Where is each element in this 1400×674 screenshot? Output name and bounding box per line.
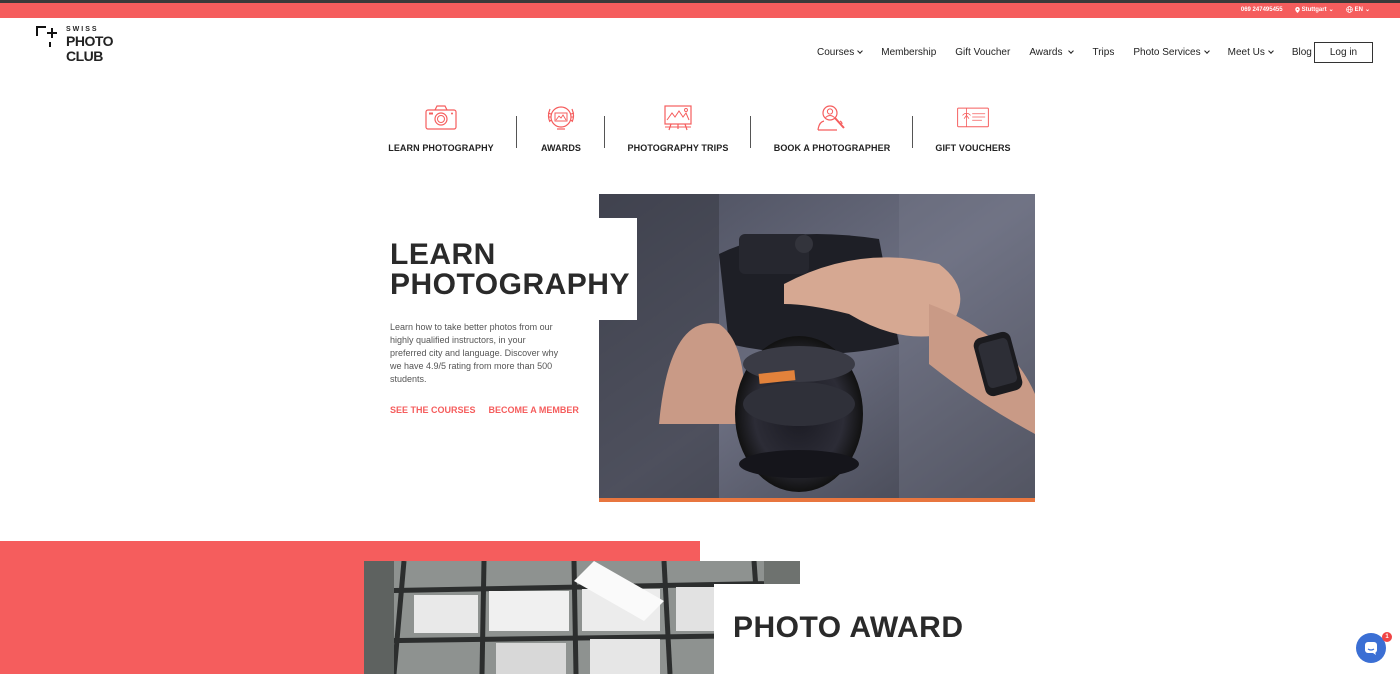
nav-label: Meet Us — [1227, 46, 1265, 58]
chevron-down-icon — [1068, 48, 1075, 54]
category-label: AWARDS — [540, 143, 582, 153]
award-title: PHOTO AWARD — [733, 611, 964, 644]
chevron-down-icon: ⌄ — [1328, 7, 1334, 13]
nav-label: Trips — [1092, 46, 1115, 58]
category-divider — [516, 116, 517, 148]
hero-description: Learn how to take better photos from our… — [390, 322, 559, 384]
site-logo[interactable]: SWISS PHOTO CLUB — [36, 26, 116, 72]
chevron-down-icon — [857, 48, 864, 54]
category-gift-vouchers[interactable]: GIFT VOUCHERS — [935, 102, 1011, 158]
login-button[interactable]: Log in — [1314, 42, 1373, 63]
chat-icon — [1365, 642, 1377, 655]
nav-label: Awards — [1029, 46, 1063, 58]
category-divider — [750, 116, 751, 148]
hero-title-line-1: LEARN — [390, 238, 496, 271]
chevron-down-icon — [1203, 48, 1210, 54]
nav-label: Gift Voucher — [955, 46, 1011, 58]
top-bar: 069 247495455 Stuttgart ⌄ EN ⌄ — [0, 0, 1400, 18]
see-courses-link[interactable]: SEE THE COURSES — [390, 405, 476, 415]
nav-label: Blog — [1291, 46, 1312, 58]
category-learn-photography[interactable]: LEARN PHOTOGRAPHY — [388, 102, 494, 158]
nav-item-membership[interactable]: Membership — [881, 47, 936, 58]
nav-label: Photo Services — [1133, 46, 1201, 58]
city-label: Stuttgart — [1301, 6, 1327, 13]
nav-item-photo-services[interactable]: Photo Services — [1133, 46, 1210, 58]
globe-icon — [1345, 6, 1353, 13]
category-divider — [912, 116, 913, 148]
become-member-link[interactable]: BECOME A MEMBER — [489, 405, 579, 415]
nav-item-gift-voucher[interactable]: Gift Voucher — [955, 47, 1010, 58]
nav-item-meet-us[interactable]: Meet Us — [1227, 46, 1274, 58]
logo-mark-icon — [36, 26, 57, 47]
hero-title-line-2: PHOTOGRAPHY — [390, 268, 630, 301]
category-label: BOOK A PHOTOGRAPHER — [773, 143, 891, 153]
nav-item-courses[interactable]: Courses — [817, 46, 864, 58]
category-divider — [604, 116, 605, 148]
photographer-icon — [817, 105, 845, 131]
chevron-down-icon: ⌄ — [1364, 7, 1370, 13]
voucher-icon — [957, 107, 989, 128]
nav-label: Membership — [881, 46, 937, 58]
nav-item-awards[interactable]: Awards — [1029, 46, 1075, 58]
category-label: GIFT VOUCHERS — [935, 143, 1011, 153]
city-selector[interactable]: Stuttgart ⌄ — [1294, 6, 1334, 13]
trip-icon — [664, 105, 692, 131]
hero-camera-photo — [599, 194, 1035, 502]
category-label: PHOTOGRAPHY TRIPS — [627, 143, 729, 153]
camera-photo-graphic — [599, 194, 1035, 502]
location-pin-icon — [1294, 6, 1300, 13]
logo-line-2: PHOTO — [66, 33, 114, 49]
camera-icon — [425, 105, 457, 130]
category-row: LEARN PHOTOGRAPHY AWARDS PHOTOGRAPHY TRI… — [380, 102, 1020, 162]
main-nav: Courses Membership Gift Voucher Awards T… — [817, 42, 1339, 62]
hero-title: LEARN PHOTOGRAPHY — [390, 240, 630, 300]
chevron-down-icon — [1268, 48, 1274, 54]
chat-unread-badge: 1 — [1382, 632, 1392, 642]
phone-link[interactable]: 069 247495455 — [1241, 7, 1283, 13]
language-selector[interactable]: EN ⌄ — [1345, 6, 1370, 13]
nav-label: Courses — [817, 46, 855, 58]
nav-item-trips[interactable]: Trips — [1092, 47, 1114, 58]
category-label: LEARN PHOTOGRAPHY — [388, 143, 494, 153]
hero-links: SEE THE COURSES BECOME A MEMBER — [390, 405, 579, 415]
award-icon — [547, 106, 575, 130]
category-awards[interactable]: AWARDS — [530, 102, 592, 158]
logo-line-3: CLUB — [66, 48, 103, 64]
category-photography-trips[interactable]: PHOTOGRAPHY TRIPS — [624, 102, 732, 158]
language-label: EN — [1354, 6, 1363, 13]
category-book-a-photographer[interactable]: BOOK A PHOTOGRAPHER — [774, 102, 890, 158]
